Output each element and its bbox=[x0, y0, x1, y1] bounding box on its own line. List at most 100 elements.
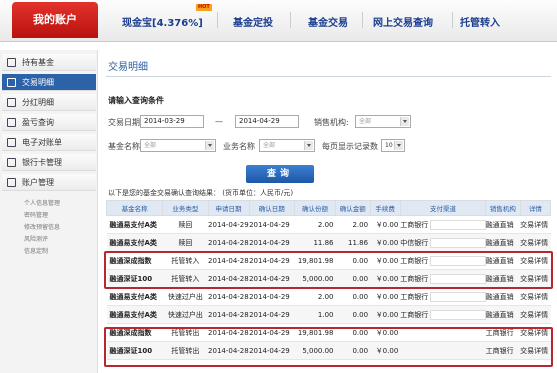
sidebar-subitem-reserved-info[interactable]: 修改预留信息 bbox=[24, 222, 60, 231]
col-header: 业务类型 bbox=[162, 200, 209, 216]
col-header: 手续费 bbox=[369, 200, 401, 216]
col-header: 销售机构 bbox=[485, 200, 521, 216]
sidebar-subitem-password[interactable]: 密码管理 bbox=[24, 210, 48, 219]
cell-fund: 融通易支付A类 bbox=[106, 233, 163, 252]
sidebar-item-label: 分红明细 bbox=[22, 98, 54, 107]
biz-name-select[interactable]: 全部 bbox=[259, 139, 315, 152]
nav-divider bbox=[362, 12, 363, 28]
masked-account bbox=[430, 291, 486, 302]
title-divider bbox=[106, 76, 551, 77]
sidebar-item-dividends[interactable]: 分红明细 bbox=[2, 94, 96, 111]
envelope-icon bbox=[7, 138, 16, 147]
col-header: 详情 bbox=[519, 200, 552, 216]
sidebar-item-label: 持有基金 bbox=[22, 58, 54, 67]
user-icon bbox=[7, 178, 16, 187]
detail-link[interactable]: 交易详情 bbox=[520, 287, 551, 306]
date-from-input[interactable]: 2014-03-29 bbox=[140, 115, 204, 128]
cell-org: 融通直销 bbox=[485, 215, 521, 234]
table-row: 融通易支付A类 赎回 2014-04-29 2014-04-29 2.00 2.… bbox=[106, 215, 551, 234]
col-header: 申请日期 bbox=[207, 200, 250, 216]
col-header: 基金名称 bbox=[105, 200, 164, 216]
nav-divider bbox=[452, 12, 453, 28]
sales-org-select[interactable]: 全部 bbox=[355, 115, 411, 128]
sidebar-item-transactions[interactable]: 交易明细 bbox=[2, 74, 96, 91]
cell-channel: 工商银行 bbox=[400, 287, 486, 306]
nav-divider bbox=[217, 12, 218, 28]
detail-link[interactable]: 交易详情 bbox=[520, 215, 551, 234]
fund-name-select[interactable]: 全部 bbox=[140, 139, 216, 152]
col-header: 支付渠道 bbox=[399, 200, 487, 216]
card-icon bbox=[7, 158, 16, 167]
masked-account bbox=[430, 237, 486, 248]
my-account-tab[interactable]: 我的账户 bbox=[12, 2, 98, 38]
channel-bank: 中信银行 bbox=[400, 238, 429, 247]
cell-amount: 0.00 bbox=[335, 287, 371, 306]
sidebar-subitem-profile[interactable]: 个人信息管理 bbox=[24, 198, 60, 207]
cell-confirm-date: 2014-04-29 bbox=[249, 215, 295, 234]
sidebar-item-label: 账户管理 bbox=[22, 178, 54, 187]
document-icon bbox=[7, 98, 16, 107]
sidebar-item-label: 电子对账单 bbox=[22, 138, 62, 147]
sidebar-item-bank-card[interactable]: 银行卡管理 bbox=[2, 154, 96, 171]
sidebar-item-pnl[interactable]: 盈亏查询 bbox=[2, 114, 96, 131]
date-to-input[interactable]: 2014-04-29 bbox=[235, 115, 299, 128]
biz-name-label: 业务名称 bbox=[223, 142, 255, 151]
nav-custody-in[interactable]: 托管转入 bbox=[460, 14, 500, 29]
cell-shares: 2.00 bbox=[294, 287, 336, 306]
search-button[interactable]: 查询 bbox=[246, 165, 314, 183]
cell-confirm-date: 2014-04-29 bbox=[249, 305, 295, 324]
cell-org: 融通直销 bbox=[485, 287, 521, 306]
nav-fund-aip[interactable]: 基金定投 bbox=[233, 14, 273, 29]
sidebar-item-label: 盈亏查询 bbox=[22, 118, 54, 127]
cell-type: 赎回 bbox=[162, 215, 209, 234]
cell-apply-date: 2014-04-29 bbox=[208, 215, 250, 234]
channel-bank: 工商银行 bbox=[400, 310, 429, 319]
highlight-box-transfer-in bbox=[104, 251, 553, 289]
table-row: 融通易支付A类 赎回 2014-04-28 2014-04-29 11.86 1… bbox=[106, 233, 551, 252]
top-nav: 我的账户 现金宝[4.376%] HOT 基金定投 基金交易 网上交易查询 托管… bbox=[0, 0, 557, 42]
result-note: 以下是您的基金交易确认查询结果： (货币单位：人民币/元) bbox=[108, 189, 294, 197]
cell-shares: 2.00 bbox=[294, 215, 336, 234]
lock-icon bbox=[7, 58, 16, 67]
detail-link[interactable]: 交易详情 bbox=[520, 233, 551, 252]
query-section-title: 请输入查询条件 bbox=[108, 96, 164, 105]
cell-shares: 11.86 bbox=[294, 233, 336, 252]
cell-fee: ￥0.00 bbox=[370, 287, 401, 306]
nav-divider bbox=[290, 12, 291, 28]
chart-icon bbox=[7, 118, 16, 127]
cell-org: 融通直销 bbox=[485, 233, 521, 252]
sidebar: 持有基金 交易明细 分红明细 盈亏查询 电子对账单 银行卡管理 账户管理 个人信… bbox=[0, 50, 98, 373]
cell-fund: 融通易支付A类 bbox=[106, 305, 163, 324]
nav-cash-treasure[interactable]: 现金宝[4.376%] bbox=[122, 14, 203, 29]
table-header-row: 基金名称 业务类型 申请日期 确认日期 确认份额 确认金额 手续费 支付渠道 销… bbox=[105, 200, 552, 216]
per-page-select[interactable]: 10 bbox=[381, 139, 405, 152]
sidebar-subitem-risk-test[interactable]: 风险测评 bbox=[24, 234, 48, 243]
chevron-down-icon bbox=[205, 141, 214, 150]
masked-account bbox=[430, 309, 486, 320]
cell-type: 赎回 bbox=[162, 233, 209, 252]
cell-amount: 0.00 bbox=[335, 305, 371, 324]
cell-fund: 融通易支付A类 bbox=[106, 287, 163, 306]
sidebar-subitem-subscription[interactable]: 信息定制 bbox=[24, 246, 48, 255]
detail-link[interactable]: 交易详情 bbox=[520, 305, 551, 324]
fund-name-value: 全部 bbox=[144, 142, 157, 149]
sales-org-label: 销售机构: bbox=[314, 118, 349, 127]
cell-channel: 工商银行 bbox=[400, 305, 486, 324]
cell-channel: 中信银行 bbox=[400, 233, 486, 252]
sidebar-item-statement[interactable]: 电子对账单 bbox=[2, 134, 96, 151]
sidebar-item-holdings[interactable]: 持有基金 bbox=[2, 54, 96, 71]
per-page-value: 10 bbox=[385, 142, 393, 149]
nav-online-query[interactable]: 网上交易查询 bbox=[373, 14, 433, 29]
cell-amount: 2.00 bbox=[335, 215, 371, 234]
cell-confirm-date: 2014-04-29 bbox=[249, 287, 295, 306]
cell-fund: 融通易支付A类 bbox=[106, 215, 163, 234]
sidebar-item-label: 交易明细 bbox=[22, 78, 54, 87]
sidebar-item-account-mgmt[interactable]: 账户管理 bbox=[2, 174, 96, 191]
cell-fee: ￥0.00 bbox=[370, 305, 401, 324]
hot-badge: HOT bbox=[196, 4, 212, 11]
nav-fund-trade[interactable]: 基金交易 bbox=[308, 14, 348, 29]
chevron-down-icon bbox=[304, 141, 313, 150]
cell-apply-date: 2014-04-28 bbox=[208, 305, 250, 324]
table-row: 融通易支付A类 快速过户出 2014-04-28 2014-04-29 1.00… bbox=[106, 305, 551, 324]
cell-confirm-date: 2014-04-29 bbox=[249, 233, 295, 252]
